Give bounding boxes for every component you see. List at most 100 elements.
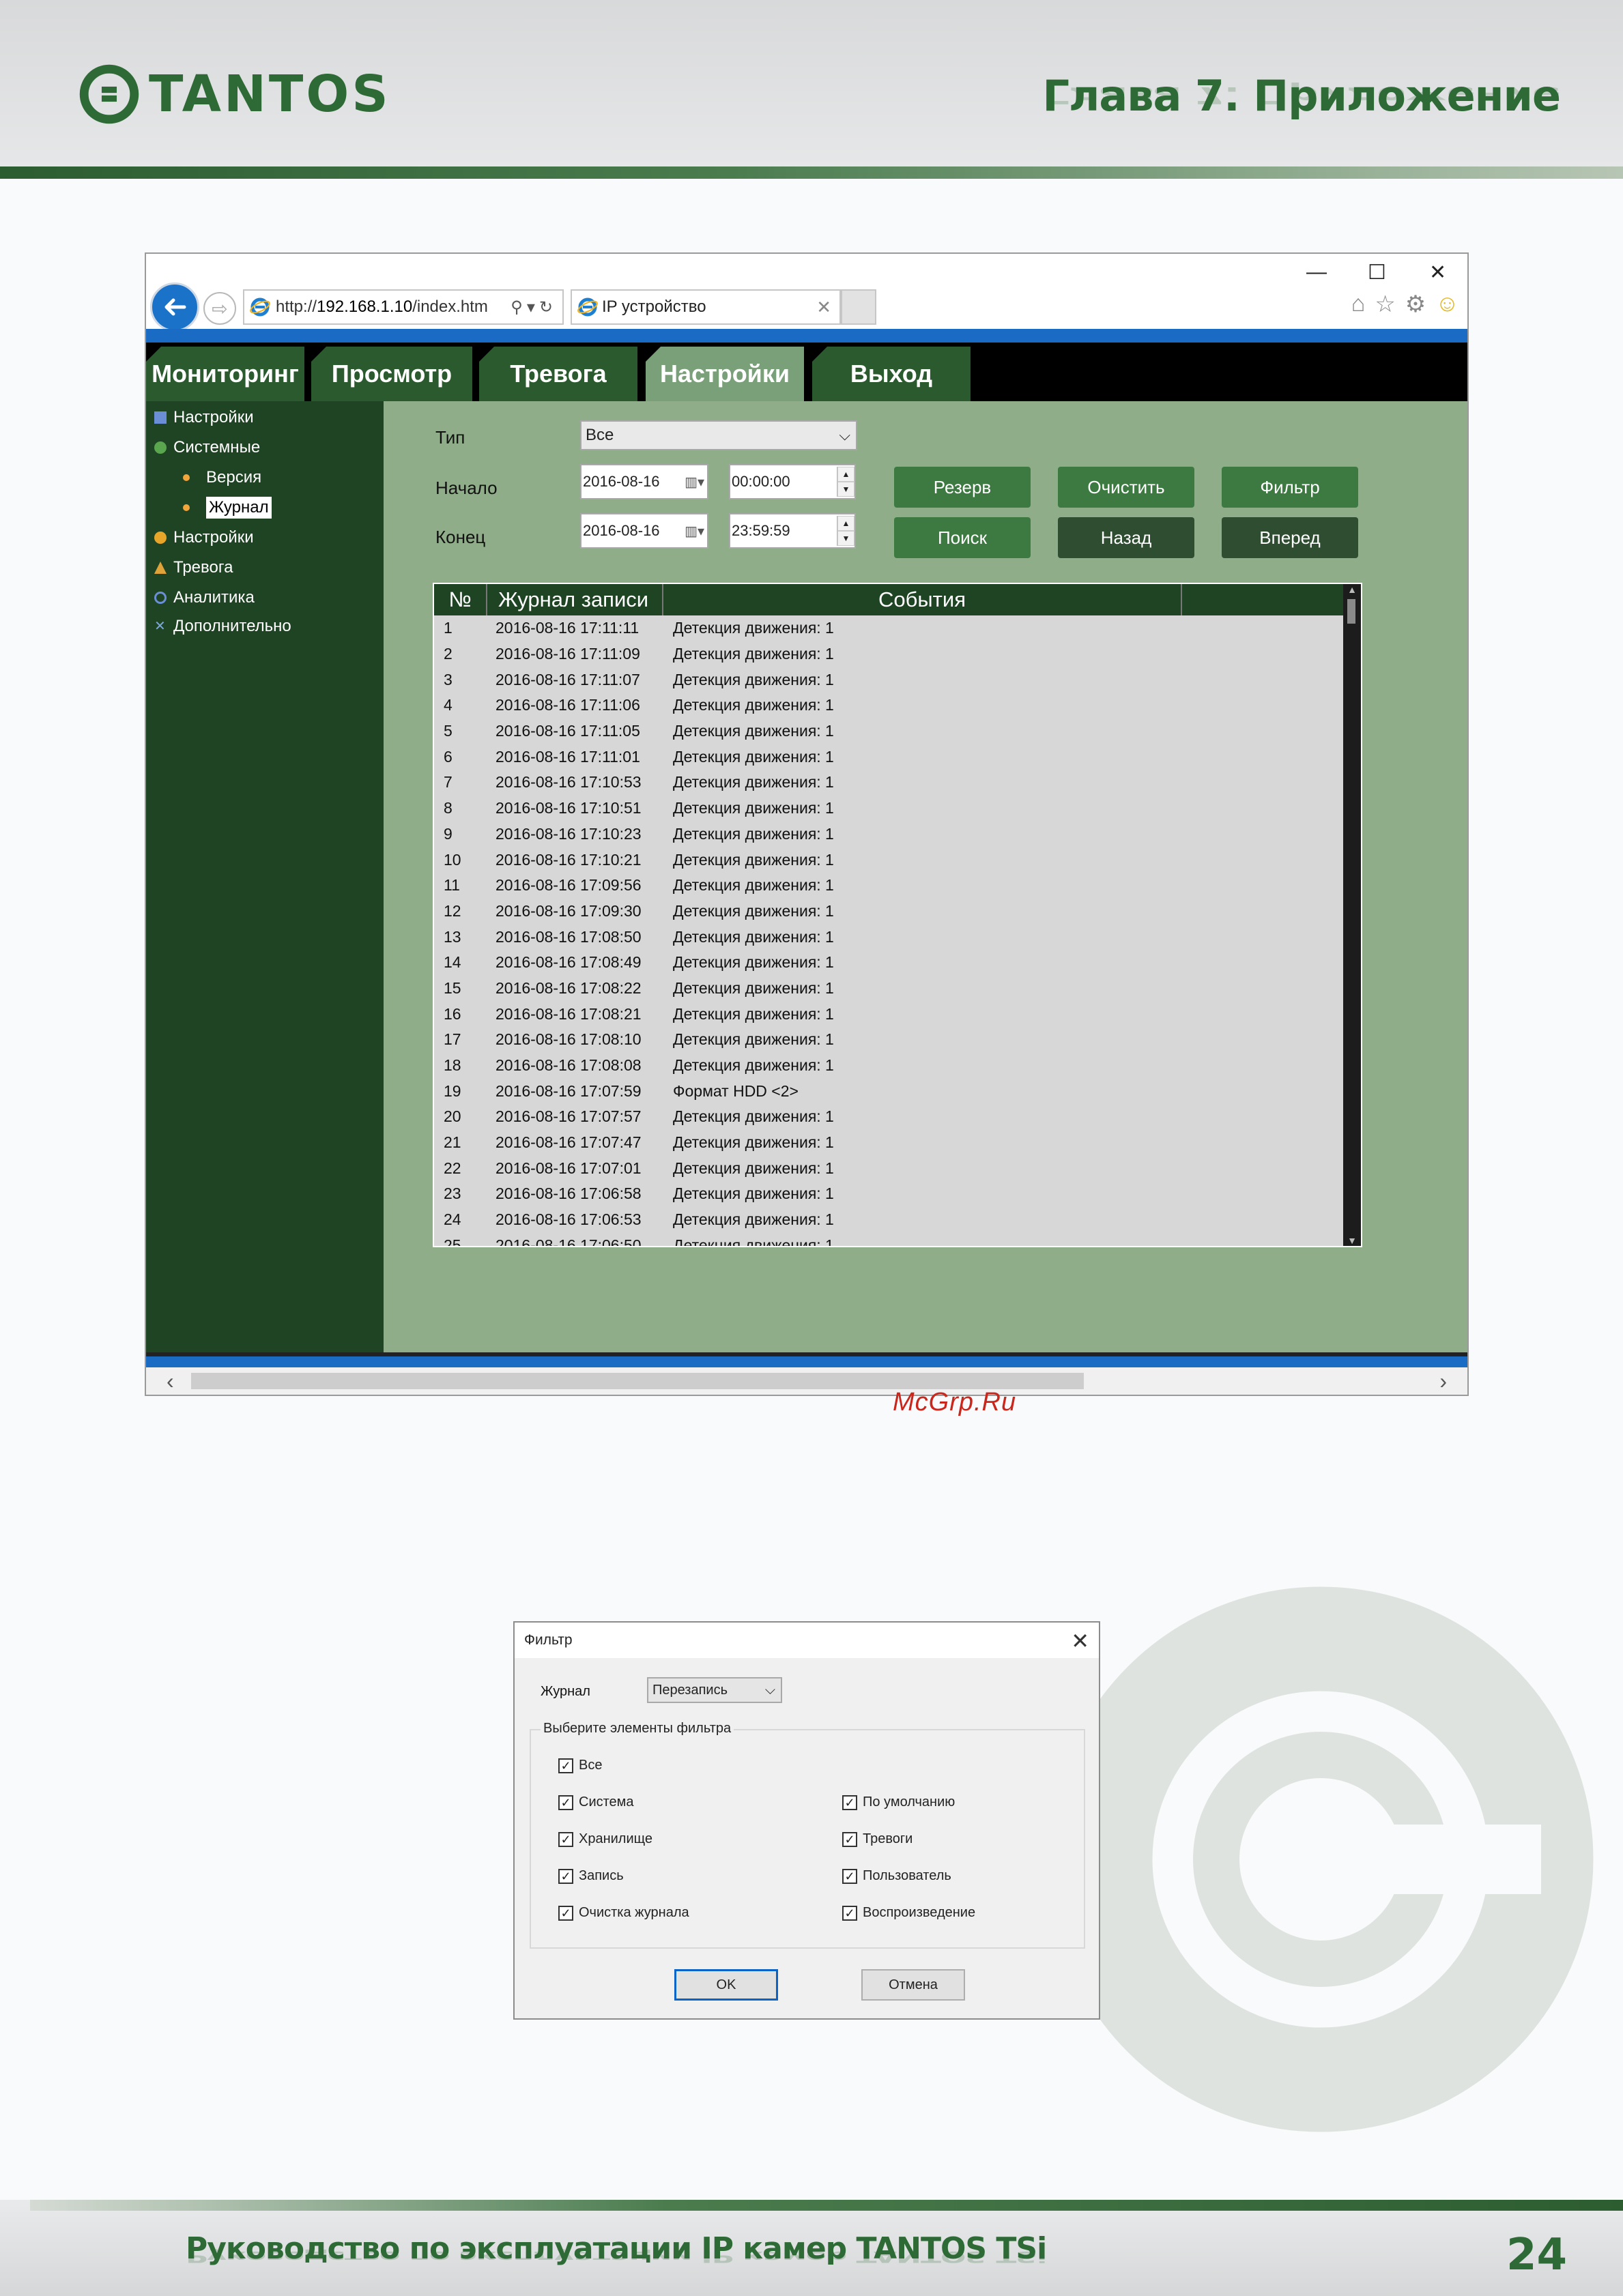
check-icon[interactable]: ✓: [558, 1831, 573, 1847]
browser-tab[interactable]: IP устройство ✕: [571, 289, 841, 325]
sidebar-item-version[interactable]: Версия: [183, 468, 261, 487]
hscroll-thumb[interactable]: [191, 1373, 1084, 1389]
journal-panel: Тип Все ⌵ Начало 2016-08-16 ▥▾ 00:00:00 …: [384, 401, 1467, 1352]
table-row[interactable]: 3 2016-08-16 17:11:07 Детекция движения: 1: [434, 667, 1345, 693]
new-tab-button[interactable]: [841, 289, 876, 325]
checkbox-all[interactable]: ✓ Все: [558, 1758, 602, 1773]
table-row[interactable]: 23 2016-08-16 17:06:58 Детекция движения: …: [434, 1181, 1345, 1207]
maximize-button[interactable]: ☐: [1368, 261, 1386, 285]
home-icon[interactable]: ⌂: [1351, 291, 1366, 318]
checkbox-alarms[interactable]: ✓ Тревоги: [842, 1831, 913, 1847]
scroll-up-icon[interactable]: ▲: [1346, 584, 1358, 595]
table-row[interactable]: 10 2016-08-16 17:10:21 Детекция движения: …: [434, 847, 1345, 873]
filter-button[interactable]: Фильтр: [1222, 467, 1358, 508]
table-row[interactable]: 19 2016-08-16 17:07:59 Формат HDD <2>: [434, 1078, 1345, 1104]
cell-event: Детекция движения: 1: [673, 927, 834, 946]
menu-view[interactable]: Просмотр: [311, 347, 472, 401]
search-button[interactable]: Поиск: [894, 517, 1031, 558]
checkbox-record[interactable]: ✓ Запись: [558, 1868, 624, 1884]
type-select[interactable]: Все ⌵: [580, 420, 857, 450]
forward-button[interactable]: Вперед: [1222, 517, 1358, 558]
checkbox-storage[interactable]: ✓ Хранилище: [558, 1831, 652, 1847]
sidebar-item-extra[interactable]: ✕ Дополнительно: [154, 617, 291, 636]
check-icon[interactable]: ✓: [842, 1794, 857, 1810]
back-nav-button[interactable]: [150, 282, 199, 332]
scroll-thumb[interactable]: [1347, 599, 1355, 624]
table-row[interactable]: 1 2016-08-16 17:11:11 Детекция движения: 1: [434, 615, 1345, 641]
menu-monitoring[interactable]: Мониторинг: [146, 347, 304, 401]
table-row[interactable]: 24 2016-08-16 17:06:53 Детекция движения: …: [434, 1207, 1345, 1233]
table-row[interactable]: 5 2016-08-16 17:11:05 Детекция движения: 1: [434, 718, 1345, 744]
sidebar-item-analytics[interactable]: Аналитика: [154, 588, 255, 607]
check-icon[interactable]: ✓: [558, 1868, 573, 1884]
journal-select[interactable]: Перезапись ⌵: [647, 1677, 782, 1703]
calendar-icon[interactable]: ▥▾: [685, 474, 704, 491]
check-icon[interactable]: ✓: [842, 1831, 857, 1847]
checkbox-default[interactable]: ✓ По умолчанию: [842, 1794, 955, 1810]
scroll-down-icon[interactable]: ▼: [1346, 1235, 1358, 1246]
checkbox-playback[interactable]: ✓ Воспроизведение: [842, 1905, 975, 1921]
check-icon[interactable]: ✓: [842, 1868, 857, 1884]
favorites-star-icon[interactable]: ☆: [1375, 291, 1395, 318]
table-row[interactable]: 21 2016-08-16 17:07:47 Детекция движения: …: [434, 1130, 1345, 1156]
table-row[interactable]: 17 2016-08-16 17:08:10 Детекция движения: …: [434, 1027, 1345, 1053]
table-row[interactable]: 11 2016-08-16 17:09:56 Детекция движения: …: [434, 873, 1345, 899]
vertical-scrollbar[interactable]: ▲ ▼: [1343, 584, 1361, 1246]
table-row[interactable]: 13 2016-08-16 17:08:50 Детекция движения: …: [434, 924, 1345, 950]
checkbox-clear-log[interactable]: ✓ Очистка журнала: [558, 1905, 689, 1921]
reserve-button[interactable]: Резерв: [894, 467, 1031, 508]
table-row[interactable]: 18 2016-08-16 17:08:08 Детекция движения: …: [434, 1053, 1345, 1079]
end-time-input[interactable]: 23:59:59 ▲ ▼: [729, 513, 856, 549]
scroll-left-icon[interactable]: ‹: [167, 1369, 174, 1394]
sidebar-item-journal[interactable]: Журнал: [183, 497, 272, 519]
smiley-feedback-icon[interactable]: ☺: [1435, 291, 1459, 318]
table-row[interactable]: 7 2016-08-16 17:10:53 Детекция движения: 1: [434, 770, 1345, 796]
table-row[interactable]: 9 2016-08-16 17:10:23 Детекция движения: 1: [434, 822, 1345, 847]
tab-close-icon[interactable]: ✕: [816, 297, 831, 318]
table-row[interactable]: 15 2016-08-16 17:08:22 Детекция движения: …: [434, 976, 1345, 1002]
check-icon[interactable]: ✓: [558, 1794, 573, 1810]
table-row[interactable]: 14 2016-08-16 17:08:49 Детекция движения: …: [434, 950, 1345, 976]
table-row[interactable]: 16 2016-08-16 17:08:21 Детекция движения: …: [434, 1001, 1345, 1027]
table-row[interactable]: 2 2016-08-16 17:11:09 Детекция движения: 1: [434, 641, 1345, 667]
cancel-button[interactable]: Отмена: [861, 1969, 965, 2001]
address-bar[interactable]: http://192.168.1.10/index.htm ⚲▾↻: [243, 289, 564, 325]
menu-alarm[interactable]: Тревога: [479, 347, 637, 401]
check-icon[interactable]: ✓: [558, 1758, 573, 1773]
table-row[interactable]: 25 2016-08-16 17:06:50 Детекция движения: …: [434, 1233, 1345, 1246]
menu-settings[interactable]: Настройки: [646, 347, 804, 401]
scroll-right-icon[interactable]: ›: [1439, 1369, 1447, 1394]
horizontal-scrollbar[interactable]: ‹ ›: [146, 1367, 1467, 1395]
search-refresh-icons[interactable]: ⚲▾↻: [511, 297, 557, 317]
table-row[interactable]: 20 2016-08-16 17:07:57 Детекция движения: …: [434, 1104, 1345, 1130]
menu-exit[interactable]: Выход: [812, 347, 971, 401]
start-time-input[interactable]: 00:00:00 ▲ ▼: [729, 464, 856, 499]
close-icon[interactable]: ✕: [1071, 1628, 1089, 1654]
forward-nav-button[interactable]: ⇨: [203, 292, 236, 325]
sidebar-item-settings2[interactable]: Настройки: [154, 528, 254, 547]
table-row[interactable]: 8 2016-08-16 17:10:51 Детекция движения: 1: [434, 796, 1345, 822]
checkbox-system[interactable]: ✓ Система: [558, 1794, 634, 1810]
checkbox-user[interactable]: ✓ Пользователь: [842, 1868, 951, 1884]
sidebar-item-system[interactable]: Системные: [154, 438, 260, 457]
back-button[interactable]: Назад: [1058, 517, 1194, 558]
gear-icon[interactable]: ⚙: [1405, 291, 1426, 318]
check-icon[interactable]: ✓: [558, 1905, 573, 1921]
table-row[interactable]: 12 2016-08-16 17:09:30 Детекция движения: …: [434, 899, 1345, 925]
minimize-button[interactable]: —: [1306, 261, 1327, 284]
table-row[interactable]: 6 2016-08-16 17:11:01 Детекция движения: 1: [434, 744, 1345, 770]
table-row[interactable]: 4 2016-08-16 17:11:06 Детекция движения: 1: [434, 693, 1345, 718]
end-date-input[interactable]: 2016-08-16 ▥▾: [580, 513, 708, 549]
clear-button[interactable]: Очистить: [1058, 467, 1194, 508]
time-spinner[interactable]: ▲ ▼: [837, 516, 854, 546]
close-window-button[interactable]: ✕: [1429, 261, 1446, 285]
ok-button[interactable]: OK: [674, 1969, 778, 2001]
table-row[interactable]: 22 2016-08-16 17:07:01 Детекция движения: …: [434, 1155, 1345, 1181]
time-spinner[interactable]: ▲ ▼: [837, 467, 854, 497]
start-date-input[interactable]: 2016-08-16 ▥▾: [580, 464, 708, 499]
calendar-icon[interactable]: ▥▾: [685, 523, 704, 540]
sidebar-item-alarm[interactable]: Тревога: [154, 558, 233, 577]
sidebar-item-settings[interactable]: Настройки: [154, 408, 254, 427]
check-icon[interactable]: ✓: [842, 1905, 857, 1921]
cell-time: 2016-08-16 17:08:10: [495, 1030, 642, 1049]
